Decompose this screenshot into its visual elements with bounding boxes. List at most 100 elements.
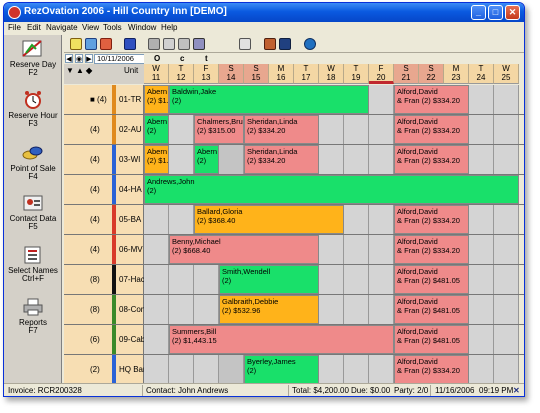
reservation-block[interactable]: Abern (2) $1. — [144, 85, 169, 114]
grid-cell[interactable] — [319, 355, 344, 383]
copy-icon[interactable] — [239, 38, 251, 50]
grid-cell[interactable] — [469, 115, 494, 144]
grid-cell[interactable] — [344, 235, 369, 264]
unit-label[interactable]: (4) 06-MV — [64, 235, 144, 264]
grid-cell[interactable] — [344, 355, 369, 383]
reservation-block[interactable]: Alford,David & Fran (2) $481.05 — [394, 295, 469, 324]
maximize-button[interactable]: □ — [488, 5, 503, 20]
reservation-block[interactable]: Alford,David & Fran (2) $334.20 — [394, 85, 469, 114]
new-document-icon[interactable] — [70, 38, 82, 50]
close-invoice-icon[interactable]: ✕ — [513, 386, 520, 395]
grid-cell[interactable] — [144, 355, 169, 383]
grid-cell[interactable] — [169, 115, 194, 144]
grid-cell[interactable] — [369, 355, 394, 383]
grid-cell[interactable] — [469, 265, 494, 294]
reservation-block[interactable]: Ballard,Gloria (2) $368.40 — [194, 205, 344, 234]
grid-cell[interactable] — [369, 115, 394, 144]
grid-cell[interactable] — [369, 85, 394, 114]
grid-cell[interactable] — [469, 235, 494, 264]
grid-cell[interactable] — [219, 145, 244, 174]
unit-label[interactable]: (4) 05-BA — [64, 205, 144, 234]
day-header[interactable]: T 19 — [344, 64, 369, 84]
reservation-block[interactable]: Sheridan,Linda (2) $334.20 — [244, 145, 319, 174]
menu-navigate[interactable]: Navigate — [46, 23, 78, 32]
grid-cell[interactable] — [219, 355, 244, 383]
grid-cell[interactable] — [144, 235, 169, 264]
unit-label[interactable]: (2) HQ Bar — [64, 355, 146, 383]
grid-cell[interactable] — [494, 235, 519, 264]
grid-cell[interactable] — [144, 265, 169, 294]
reservation-block[interactable]: Alford,David & Fran (2) $334.20 — [394, 235, 469, 264]
grid-cell[interactable] — [319, 295, 344, 324]
grid-cell[interactable] — [169, 355, 194, 383]
move-icon[interactable] — [264, 38, 276, 50]
prev-month-icon[interactable]: ◀ — [65, 54, 73, 63]
reservation-block[interactable]: Benny,Michael (2) $668.40 — [169, 235, 319, 264]
sidebar-point-of-sale[interactable]: Point of Sale F4 — [6, 143, 60, 181]
reservation-block[interactable]: Baldwin,Jake (2) — [169, 85, 369, 114]
grid-cell[interactable] — [344, 265, 369, 294]
reservation-block[interactable]: Alford,David & Fran (2) $481.05 — [394, 265, 469, 294]
unit-label[interactable]: (4) 03-WI — [64, 145, 144, 174]
close-button[interactable]: ✕ — [505, 5, 520, 20]
swap-icon[interactable] — [279, 38, 291, 50]
grid-cell[interactable] — [469, 205, 494, 234]
day-header[interactable]: M 16 — [269, 64, 294, 84]
reservation-block[interactable]: Andrews,John (2) — [144, 175, 519, 204]
reservation-block[interactable]: Alford,David & Fran (2) $334.20 — [394, 355, 469, 383]
reservation-block[interactable]: Alford,David & Fran (2) $481.05 — [394, 325, 469, 354]
grid-cell[interactable] — [369, 145, 394, 174]
grid-cell[interactable] — [319, 115, 344, 144]
grid-cell[interactable] — [344, 145, 369, 174]
unit-label[interactable]: ■ (4) 01-TR — [64, 85, 144, 114]
grid-cell[interactable] — [319, 235, 344, 264]
grid-cell[interactable] — [169, 145, 194, 174]
day-header[interactable]: S 22 — [419, 64, 444, 84]
grid-cell[interactable] — [494, 265, 519, 294]
menu-help[interactable]: Help — [161, 23, 177, 32]
grid-cell[interactable] — [194, 265, 219, 294]
grid-cell[interactable] — [169, 205, 194, 234]
reservation-block[interactable]: Alford,David & Fran (2) $334.20 — [394, 145, 469, 174]
grid-cell[interactable] — [144, 325, 169, 354]
grid-cell[interactable] — [369, 235, 394, 264]
minimize-button[interactable]: _ — [471, 5, 486, 20]
grid-cell[interactable] — [494, 85, 519, 114]
grid-cell[interactable] — [144, 205, 169, 234]
sidebar-contact-data[interactable]: Contact Data F5 — [6, 193, 60, 231]
grid-cell[interactable] — [494, 355, 519, 383]
grid-cell[interactable] — [469, 325, 494, 354]
grid-cell[interactable] — [319, 145, 344, 174]
day-header[interactable]: F 13 — [194, 64, 219, 84]
menu-file[interactable]: File — [8, 23, 21, 32]
grid-cell[interactable] — [344, 205, 369, 234]
day-header[interactable]: W 18 — [319, 64, 344, 84]
reservation-block[interactable]: Chalmers,Bruc (2) $315.00 — [194, 115, 244, 144]
grid-cell[interactable] — [319, 265, 344, 294]
zoom-out-icon[interactable]: ▼ — [66, 66, 74, 75]
grid-cell[interactable] — [369, 205, 394, 234]
grid-cell[interactable] — [494, 295, 519, 324]
unit-label[interactable]: (6) 09-Cab — [64, 325, 145, 354]
reservation-block[interactable]: Smith,Wendell (2) — [219, 265, 319, 294]
menu-tools[interactable]: Tools — [103, 23, 122, 32]
unit-label[interactable]: (4) 04-HA — [64, 175, 144, 204]
reservation-block[interactable]: Byerley,James (2) — [244, 355, 319, 383]
menu-window[interactable]: Window — [128, 23, 156, 32]
unit-sort-icon[interactable]: ◆ — [86, 66, 92, 75]
reservation-block[interactable]: Abern (2) — [194, 145, 219, 174]
day-header[interactable]: T 17 — [294, 64, 319, 84]
grid-cell[interactable] — [469, 295, 494, 324]
grid-cell[interactable] — [494, 145, 519, 174]
day-header[interactable]: M 23 — [444, 64, 469, 84]
globe-icon[interactable] — [304, 38, 316, 50]
grid-cell[interactable] — [194, 355, 219, 383]
reservation-block[interactable]: Alford,David & Fran (2) $334.20 — [394, 115, 469, 144]
grid-cell[interactable] — [194, 295, 219, 324]
day-header[interactable]: T 24 — [469, 64, 494, 84]
reservation-block[interactable]: Abern (2) $1. — [144, 145, 169, 174]
sidebar-select-names[interactable]: Select Names Ctrl+F — [6, 245, 60, 283]
date-input[interactable]: 10/11/2006 — [94, 54, 146, 64]
reservation-block[interactable]: Alford,David & Fran (2) $334.20 — [394, 205, 469, 234]
day-header[interactable]: W 11 — [144, 64, 169, 84]
